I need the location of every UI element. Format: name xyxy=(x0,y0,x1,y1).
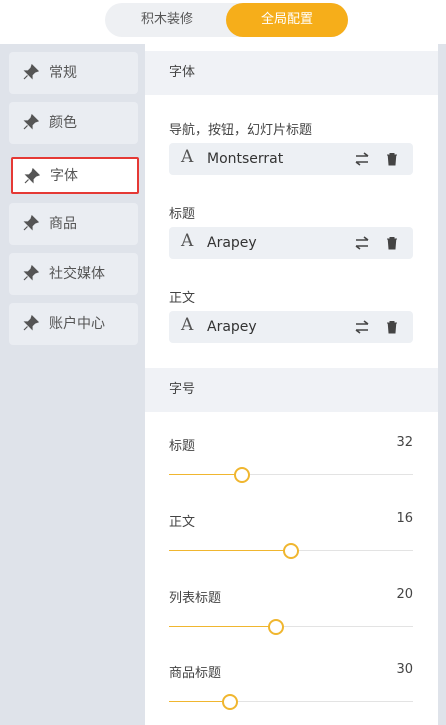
font-glyph-icon: A xyxy=(181,147,194,167)
slider-thumb[interactable] xyxy=(283,543,299,559)
size-slider-body[interactable] xyxy=(169,542,413,560)
swap-icon[interactable] xyxy=(354,319,370,335)
trash-icon[interactable] xyxy=(384,319,400,335)
slider-thumb[interactable] xyxy=(268,619,285,635)
pin-icon xyxy=(24,168,40,184)
sidebar-item-label: 常规 xyxy=(49,65,77,81)
pin-icon xyxy=(23,64,39,80)
size-label-list-title: 列表标题 xyxy=(169,591,222,606)
sidebar-item-social-media[interactable]: 社交媒体 xyxy=(9,253,138,295)
size-slider-product-title[interactable] xyxy=(169,693,413,711)
field-label-title-font: 标题 xyxy=(169,207,196,222)
size-label-product-title: 商品标题 xyxy=(169,666,222,681)
font-name: Montserrat xyxy=(207,151,284,167)
field-label-body-font: 正文 xyxy=(169,291,196,306)
slider-fill xyxy=(169,550,291,551)
slider-thumb[interactable] xyxy=(222,694,238,710)
trash-icon[interactable] xyxy=(384,151,400,167)
pin-icon xyxy=(23,114,39,130)
size-value-product-title: 30 xyxy=(396,662,413,677)
size-label-title: 标题 xyxy=(169,439,196,454)
size-slider-list-title[interactable] xyxy=(169,618,413,636)
size-label-body: 正文 xyxy=(169,515,196,530)
section-title-fonts: 字体 xyxy=(145,51,438,95)
top-bar: 积木装修 全局配置 xyxy=(0,0,446,44)
tab-global-config[interactable]: 全局配置 xyxy=(226,3,348,37)
field-label-nav-fonts: 导航，按钮，幻灯片标题 xyxy=(169,123,313,138)
font-picker-nav[interactable]: A Montserrat xyxy=(169,143,413,175)
trash-icon[interactable] xyxy=(384,235,400,251)
sidebar-item-label: 字体 xyxy=(50,168,78,184)
pin-icon xyxy=(23,315,39,331)
tab-block-decoration[interactable]: 积木装修 xyxy=(105,3,229,37)
font-glyph-icon: A xyxy=(181,315,194,335)
sidebar-item-general[interactable]: 常规 xyxy=(9,52,138,94)
slider-thumb[interactable] xyxy=(234,467,251,483)
font-picker-title[interactable]: A Arapey xyxy=(169,227,413,259)
slider-fill xyxy=(169,626,277,627)
font-name: Arapey xyxy=(207,319,257,335)
font-name: Arapey xyxy=(207,235,257,251)
sidebar-item-account-center[interactable]: 账户中心 xyxy=(9,303,138,345)
sidebar-item-colors[interactable]: 颜色 xyxy=(9,102,138,144)
font-settings-panel: 字体 导航，按钮，幻灯片标题 A Montserrat 标题 A Arapey … xyxy=(145,44,438,725)
pin-icon xyxy=(23,265,39,281)
mode-switch: 积木装修 全局配置 xyxy=(105,3,348,37)
size-value-list-title: 20 xyxy=(396,587,413,602)
scrollbar-gutter xyxy=(438,44,446,725)
size-value-body: 16 xyxy=(396,511,413,526)
font-glyph-icon: A xyxy=(181,231,194,251)
sidebar-item-fonts[interactable]: 字体 xyxy=(11,157,139,194)
swap-icon[interactable] xyxy=(354,151,370,167)
size-value-title: 32 xyxy=(396,435,413,450)
size-slider-title[interactable] xyxy=(169,466,413,484)
sidebar-item-products[interactable]: 商品 xyxy=(9,203,138,245)
sidebar-item-label: 商品 xyxy=(49,216,77,232)
font-picker-body[interactable]: A Arapey xyxy=(169,311,413,343)
sidebar-item-label: 社交媒体 xyxy=(49,266,105,282)
sidebar-item-label: 颜色 xyxy=(49,115,77,131)
slider-fill xyxy=(169,474,243,475)
slider-fill xyxy=(169,701,230,702)
settings-sidebar: 常规 颜色 字体 商品 社交媒体 账户中心 xyxy=(0,44,145,725)
pin-icon xyxy=(23,215,39,231)
swap-icon[interactable] xyxy=(354,235,370,251)
sidebar-item-label: 账户中心 xyxy=(49,316,105,332)
section-title-font-sizes: 字号 xyxy=(145,368,438,412)
